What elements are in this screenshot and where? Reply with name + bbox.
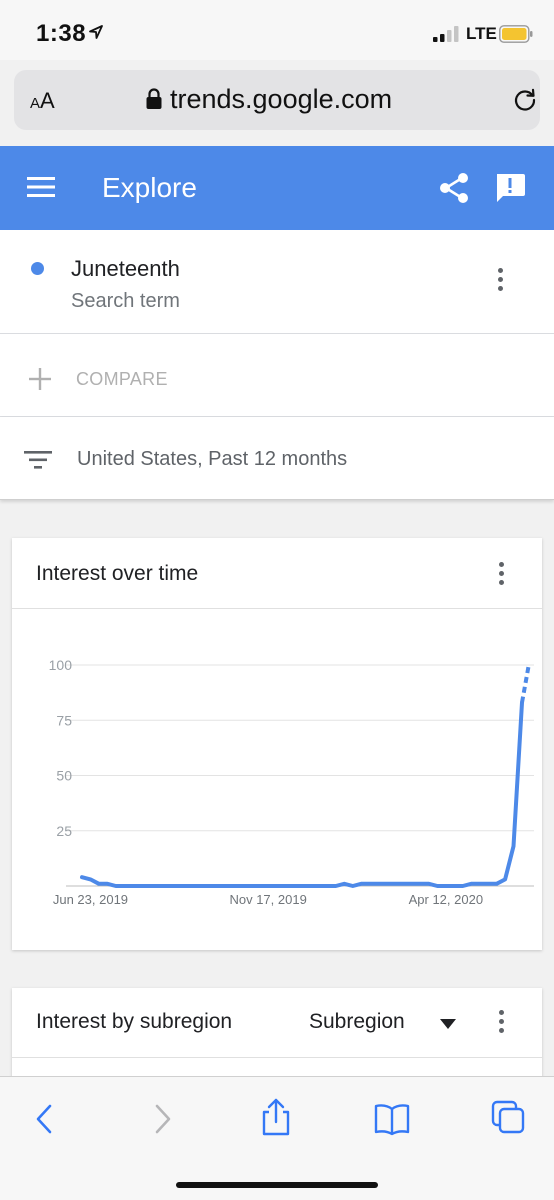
location-arrow-icon bbox=[89, 25, 103, 39]
signal-icon bbox=[433, 26, 459, 42]
tabs-icon[interactable] bbox=[490, 1099, 526, 1137]
y-tick-label: 100 bbox=[49, 657, 73, 673]
x-tick-label: Apr 12, 2020 bbox=[409, 892, 483, 907]
feedback-icon[interactable] bbox=[494, 172, 526, 204]
x-tick-label: Jun 23, 2019 bbox=[53, 892, 128, 907]
series-line bbox=[80, 700, 524, 888]
compare-button[interactable]: COMPARE bbox=[0, 334, 554, 417]
search-term-card[interactable]: Juneteenth Search term bbox=[0, 230, 554, 334]
partial-data-segment bbox=[520, 664, 531, 703]
home-indicator bbox=[176, 1182, 378, 1188]
share-icon[interactable] bbox=[439, 172, 469, 204]
card-header: Interest over time bbox=[12, 538, 542, 609]
subregion-select[interactable]: Subregion bbox=[309, 1010, 405, 1034]
x-tick-label: Nov 17, 2019 bbox=[229, 892, 306, 907]
filter-label: United States, Past 12 months bbox=[77, 448, 348, 470]
plus-icon bbox=[29, 368, 51, 390]
reload-icon[interactable] bbox=[511, 86, 539, 114]
y-tick-label: 75 bbox=[56, 712, 72, 728]
filter-row[interactable]: United States, Past 12 months bbox=[0, 417, 554, 500]
app-header: Explore bbox=[0, 146, 554, 230]
forward-icon[interactable] bbox=[144, 1101, 180, 1137]
search-term-type: Search term bbox=[71, 290, 180, 312]
card-title: Interest over time bbox=[36, 562, 199, 585]
chart-more-icon[interactable] bbox=[496, 562, 506, 590]
search-term-name[interactable]: Juneteenth bbox=[71, 256, 180, 282]
bookmarks-icon[interactable] bbox=[374, 1101, 410, 1137]
term-color-dot bbox=[31, 262, 44, 275]
text-size-button[interactable]: AA bbox=[30, 88, 55, 114]
y-tick-label: 25 bbox=[56, 823, 72, 839]
lock-icon bbox=[146, 88, 162, 109]
url-text[interactable]: trends.google.com bbox=[170, 84, 392, 115]
term-more-icon[interactable] bbox=[495, 268, 505, 296]
line-chart: 100 75 50 25 Jun 23, 2019 Nov 17, 2019 Apr 12,… bbox=[49, 657, 534, 907]
y-tick-label: 50 bbox=[56, 768, 72, 784]
menu-icon[interactable] bbox=[27, 176, 55, 198]
status-time: 1:38 bbox=[36, 20, 87, 47]
page-title: Explore bbox=[102, 172, 197, 203]
network-label: LTE bbox=[466, 24, 497, 43]
interest-over-time-card: Interest over time 100 75 50 25 Jun 23, 2019… bbox=[12, 538, 542, 950]
status-bar: 1:38 LTE bbox=[0, 0, 554, 60]
dropdown-arrow-icon[interactable] bbox=[440, 1019, 456, 1029]
card-title: Interest by subregion bbox=[36, 1010, 233, 1033]
back-icon[interactable] bbox=[27, 1101, 63, 1137]
card-header: Interest by subregion Subregion bbox=[12, 988, 542, 1058]
share-sheet-icon[interactable] bbox=[258, 1097, 294, 1137]
compare-label: COMPARE bbox=[76, 369, 168, 389]
subregion-more-icon[interactable] bbox=[496, 1010, 506, 1038]
interest-by-subregion-card: Interest by subregion Subregion bbox=[12, 988, 542, 1088]
filter-icon bbox=[24, 451, 52, 469]
battery-icon bbox=[499, 25, 533, 43]
address-bar[interactable]: AA trends.google.com bbox=[14, 70, 540, 130]
